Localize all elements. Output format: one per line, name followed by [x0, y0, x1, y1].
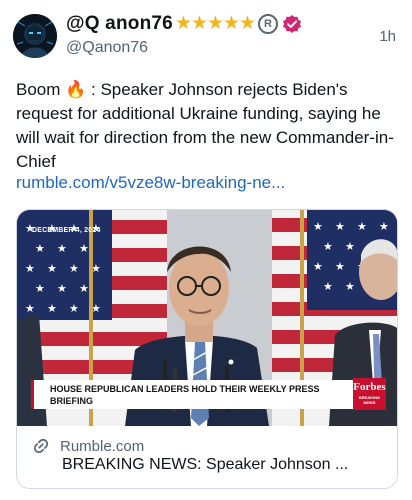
card-title: BREAKING NEWS: Speaker Johnson ... [62, 456, 349, 473]
display-name[interactable]: @Q anon76 ★★★★★ R [66, 12, 302, 35]
display-name-text: @Q anon76 [66, 12, 173, 34]
svg-text:★: ★ [345, 280, 355, 293]
verified-badge-icon [283, 14, 302, 33]
svg-text:★: ★ [25, 302, 35, 315]
video-banner-text: HOUSE REPUBLICAN LEADERS HOLD THEIR WEEK… [50, 384, 320, 406]
forbes-logo-text: Forbes [353, 381, 386, 393]
video-banner: HOUSE REPUBLICAN LEADERS HOLD THEIR WEEK… [31, 380, 356, 409]
video-date-overlay: DECEMBER 4, 2024 [32, 227, 101, 234]
svg-text:★: ★ [79, 242, 89, 255]
avatar[interactable] [13, 14, 57, 58]
svg-text:★: ★ [69, 262, 79, 275]
svg-text:★: ★ [79, 282, 89, 295]
svg-text:★: ★ [47, 262, 57, 275]
svg-text:★: ★ [323, 240, 333, 253]
timestamp[interactable]: 1h [379, 28, 396, 45]
forbes-logo: Forbes BREAKING NEWS [353, 378, 386, 410]
avatar-image [13, 14, 57, 58]
svg-text:★: ★ [25, 262, 35, 275]
post-link[interactable]: rumble.com/v5vze8w-breaking-ne... [16, 173, 285, 193]
link-preview-card[interactable]: ★★★★ ★★★ ★★★★ ★★★ ★★★★ ★★ [16, 209, 398, 489]
registered-icon: R [258, 13, 279, 34]
svg-text:★: ★ [335, 220, 345, 233]
forbes-logo-sub: BREAKING NEWS [358, 395, 381, 405]
svg-text:★: ★ [57, 242, 67, 255]
svg-text:★: ★ [69, 302, 79, 315]
card-domain: Rumble.com [60, 437, 145, 455]
svg-text:★: ★ [57, 282, 67, 295]
svg-text:★: ★ [323, 280, 333, 293]
post-text: Boom 🔥 : Speaker Johnson rejects Biden's… [16, 80, 394, 171]
link-icon [33, 438, 49, 454]
card-image[interactable]: ★★★★ ★★★ ★★★★ ★★★ ★★★★ ★★ [17, 210, 397, 426]
svg-text:★: ★ [47, 302, 57, 315]
svg-text:★: ★ [35, 242, 45, 255]
svg-text:★: ★ [313, 260, 323, 273]
svg-text:★: ★ [345, 240, 355, 253]
card-domain-row: Rumble.com [31, 436, 144, 456]
svg-text:★: ★ [379, 220, 389, 233]
svg-text:★: ★ [313, 220, 323, 233]
svg-text:★: ★ [357, 220, 367, 233]
user-handle[interactable]: @Qanon76 [66, 39, 148, 57]
svg-text:★: ★ [335, 260, 345, 273]
svg-text:★: ★ [35, 282, 45, 295]
star-rating-icons: ★★★★★ [174, 13, 256, 34]
